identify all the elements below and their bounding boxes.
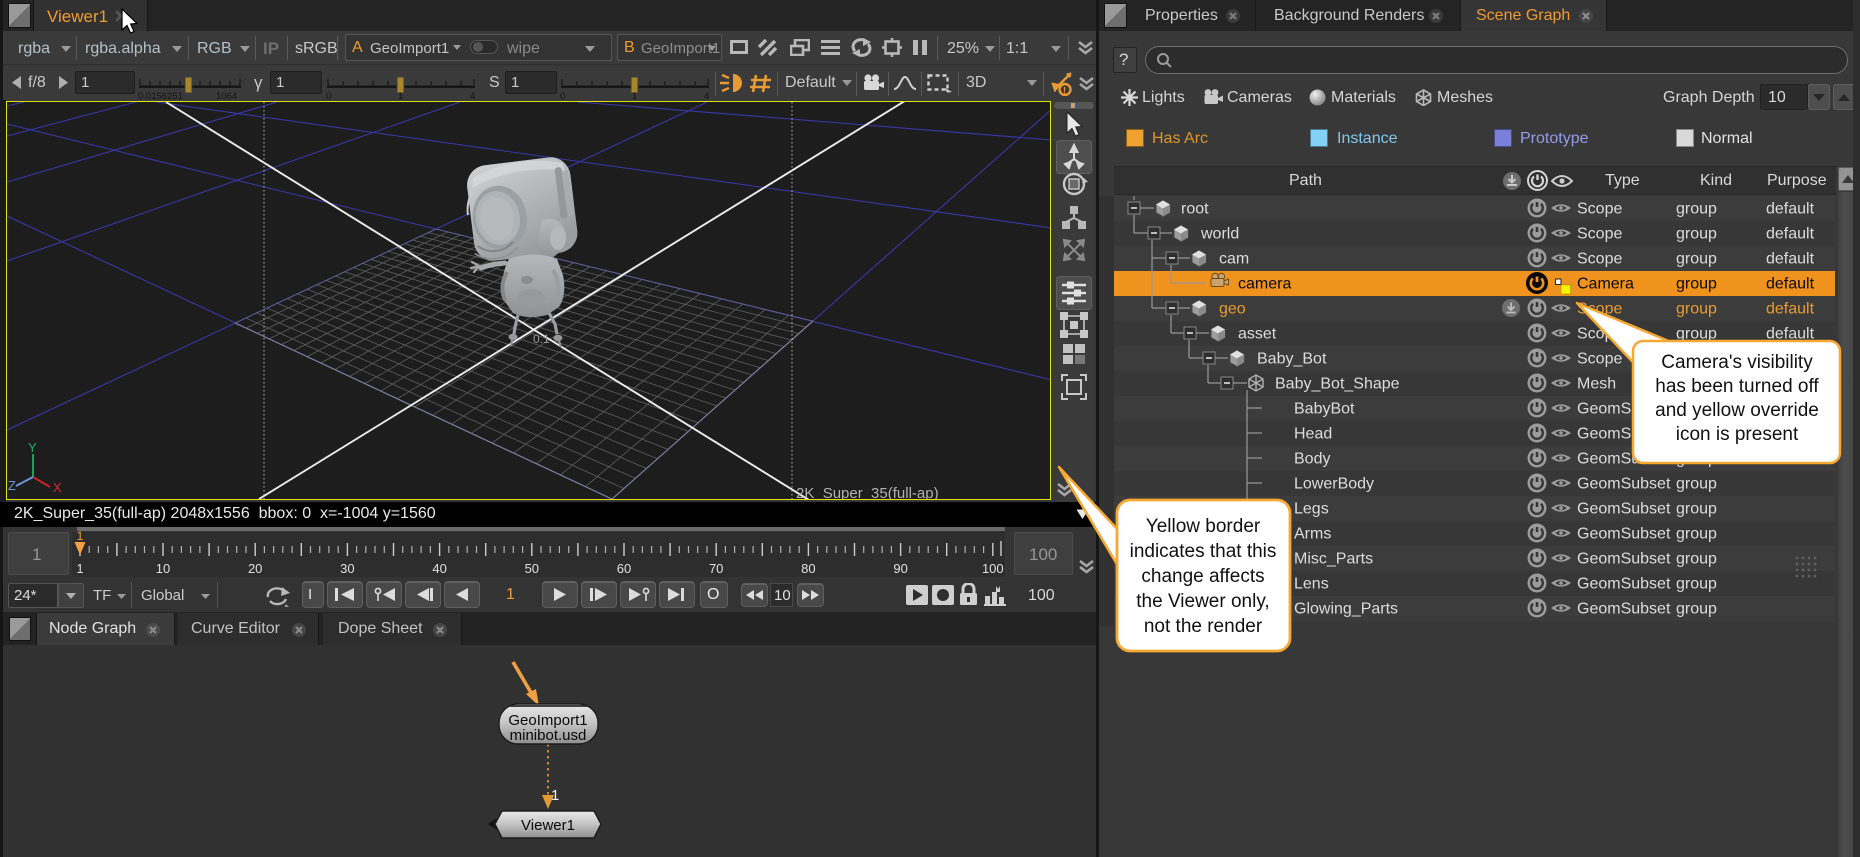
svg-text:cam: cam [1219, 251, 1249, 268]
svg-text:10: 10 [156, 561, 170, 576]
svg-text:root: root [1181, 201, 1209, 218]
svg-text:not the render: not the render [1144, 616, 1263, 637]
svg-text:1064: 1064 [216, 91, 237, 100]
svg-text:world: world [1200, 226, 1239, 243]
svg-text:Z: Z [8, 478, 16, 493]
svg-text:0.1: 0.1 [533, 332, 550, 346]
svg-text:2K_Super_35(full-ap): 2K_Super_35(full-ap) [796, 485, 939, 500]
svg-text:0.0156251: 0.0156251 [138, 91, 183, 100]
svg-text:default: default [1766, 226, 1815, 243]
svg-text:1: 1 [551, 787, 559, 804]
svg-text:0: 0 [326, 91, 331, 100]
svg-text:default: default [1766, 201, 1815, 218]
svg-text:100: 100 [982, 561, 1004, 576]
svg-text:50: 50 [525, 561, 539, 576]
svg-text:the Viewer only,: the Viewer only, [1136, 591, 1269, 612]
svg-text:1: 1 [632, 91, 637, 100]
svg-text:1: 1 [76, 561, 83, 576]
svg-text:Y: Y [28, 440, 37, 455]
svg-text:group: group [1676, 226, 1717, 243]
svg-text:30: 30 [340, 561, 354, 576]
svg-text:1: 1 [398, 91, 403, 100]
svg-text:80: 80 [801, 561, 815, 576]
svg-text:4: 4 [704, 91, 709, 100]
svg-text:minibot.usd: minibot.usd [510, 727, 587, 744]
svg-text:90: 90 [893, 561, 907, 576]
svg-text:4: 4 [470, 91, 475, 100]
svg-text:1: 1 [77, 529, 84, 543]
svg-text:and yellow override: and yellow override [1655, 400, 1819, 421]
svg-text:indicates that this: indicates that this [1130, 541, 1277, 562]
svg-text:20: 20 [248, 561, 262, 576]
svg-text:0: 0 [560, 91, 565, 100]
svg-text:change affects: change affects [1141, 566, 1264, 587]
svg-text:Viewer1: Viewer1 [521, 817, 575, 834]
svg-text:70: 70 [709, 561, 723, 576]
svg-text:Scope: Scope [1577, 226, 1622, 243]
svg-text:group: group [1676, 201, 1717, 218]
svg-text:X: X [53, 480, 62, 495]
svg-text:Scope: Scope [1577, 251, 1622, 268]
svg-text:40: 40 [432, 561, 446, 576]
svg-text:!: ! [1063, 86, 1066, 96]
svg-text:Yellow border: Yellow border [1146, 516, 1261, 537]
svg-text:Camera's visibility: Camera's visibility [1661, 352, 1813, 373]
svg-text:group: group [1676, 251, 1717, 268]
svg-text:Scope: Scope [1577, 201, 1622, 218]
svg-text:has been turned off: has been turned off [1655, 376, 1819, 397]
svg-text:default: default [1766, 251, 1815, 268]
svg-text:60: 60 [617, 561, 631, 576]
